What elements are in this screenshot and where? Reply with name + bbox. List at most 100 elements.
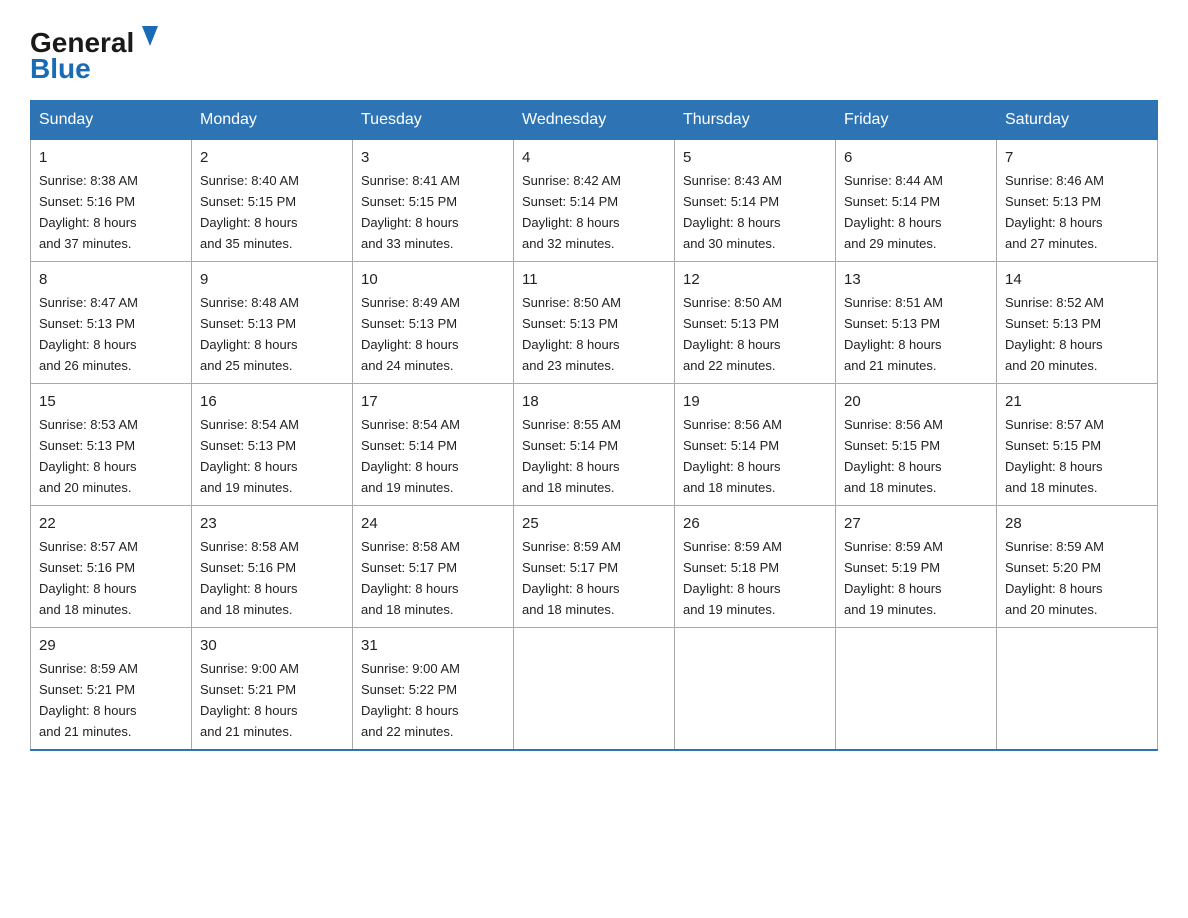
logo: General Blue	[30, 20, 170, 80]
day-number: 7	[1005, 146, 1149, 169]
day-number: 16	[200, 390, 344, 413]
day-number: 11	[522, 268, 666, 291]
cell-week5-day6	[836, 627, 997, 749]
cell-week4-day2: 23 Sunrise: 8:58 AMSunset: 5:16 PMDayligh…	[192, 505, 353, 627]
day-info: Sunrise: 8:50 AMSunset: 5:13 PMDaylight:…	[522, 295, 621, 373]
day-info: Sunrise: 8:41 AMSunset: 5:15 PMDaylight:…	[361, 173, 460, 251]
day-number: 30	[200, 634, 344, 657]
week-row-4: 22Sunrise: 8:57 AMSunset: 5:16 PMDayligh…	[31, 505, 1158, 627]
cell-week5-day3: 31Sunrise: 9:00 AMSunset: 5:22 PMDayligh…	[353, 627, 514, 749]
cell-week2-day7: 14Sunrise: 8:52 AMSunset: 5:13 PMDayligh…	[997, 261, 1158, 383]
cell-week2-day4: 11 Sunrise: 8:50 AMSunset: 5:13 PMDayligh…	[514, 261, 675, 383]
cell-week5-day2: 30 Sunrise: 9:00 AMSunset: 5:21 PMDayligh…	[192, 627, 353, 749]
day-info: Sunrise: 8:59 AMSunset: 5:17 PMDaylight:…	[522, 539, 621, 617]
cell-week3-day2: 16 Sunrise: 8:54 AMSunset: 5:13 PMDayligh…	[192, 383, 353, 505]
day-number: 1	[39, 146, 183, 169]
day-number: 9	[200, 268, 344, 291]
day-info: Sunrise: 9:00 AMSunset: 5:22 PMDaylight:…	[361, 661, 460, 739]
cell-week4-day5: 26Sunrise: 8:59 AMSunset: 5:18 PMDayligh…	[675, 505, 836, 627]
day-info: Sunrise: 8:51 AMSunset: 5:13 PMDaylight:…	[844, 295, 943, 373]
header-friday: Friday	[836, 101, 997, 140]
day-info: Sunrise: 8:54 AMSunset: 5:14 PMDaylight:…	[361, 417, 460, 495]
day-number: 29	[39, 634, 183, 657]
cell-week4-day4: 25 Sunrise: 8:59 AMSunset: 5:17 PMDayligh…	[514, 505, 675, 627]
day-info: Sunrise: 8:54 AMSunset: 5:13 PMDaylight:…	[200, 417, 299, 495]
cell-week5-day4	[514, 627, 675, 749]
day-number: 12	[683, 268, 827, 291]
day-info: Sunrise: 8:57 AMSunset: 5:16 PMDaylight:…	[39, 539, 138, 617]
header-sunday: Sunday	[31, 101, 192, 140]
day-number: 27	[844, 512, 988, 535]
logo-svg: General Blue	[30, 20, 170, 80]
week-row-3: 15Sunrise: 8:53 AMSunset: 5:13 PMDayligh…	[31, 383, 1158, 505]
cell-week2-day5: 12 Sunrise: 8:50 AMSunset: 5:13 PMDayligh…	[675, 261, 836, 383]
day-number: 10	[361, 268, 505, 291]
day-info: Sunrise: 8:50 AMSunset: 5:13 PMDaylight:…	[683, 295, 782, 373]
day-number: 5	[683, 146, 827, 169]
cell-week4-day1: 22Sunrise: 8:57 AMSunset: 5:16 PMDayligh…	[31, 505, 192, 627]
day-info: Sunrise: 8:38 AMSunset: 5:16 PMDaylight:…	[39, 173, 138, 251]
header-row: SundayMondayTuesdayWednesdayThursdayFrid…	[31, 101, 1158, 140]
calendar-body: 1 Sunrise: 8:38 AMSunset: 5:16 PMDaylight…	[31, 140, 1158, 750]
cell-week2-day3: 10 Sunrise: 8:49 AMSunset: 5:13 PMDayligh…	[353, 261, 514, 383]
cell-week5-day1: 29 Sunrise: 8:59 AMSunset: 5:21 PMDayligh…	[31, 627, 192, 749]
day-info: Sunrise: 8:57 AMSunset: 5:15 PMDaylight:…	[1005, 417, 1104, 495]
day-info: Sunrise: 8:40 AMSunset: 5:15 PMDaylight:…	[200, 173, 299, 251]
day-number: 25	[522, 512, 666, 535]
header-wednesday: Wednesday	[514, 101, 675, 140]
cell-week1-day1: 1 Sunrise: 8:38 AMSunset: 5:16 PMDaylight…	[31, 140, 192, 262]
cell-week2-day6: 13 Sunrise: 8:51 AMSunset: 5:13 PMDayligh…	[836, 261, 997, 383]
day-info: Sunrise: 8:43 AMSunset: 5:14 PMDaylight:…	[683, 173, 782, 251]
cell-week5-day5	[675, 627, 836, 749]
calendar-header: SundayMondayTuesdayWednesdayThursdayFrid…	[31, 101, 1158, 140]
day-number: 3	[361, 146, 505, 169]
day-info: Sunrise: 8:59 AMSunset: 5:21 PMDaylight:…	[39, 661, 138, 739]
day-info: Sunrise: 8:56 AMSunset: 5:15 PMDaylight:…	[844, 417, 943, 495]
day-info: Sunrise: 8:47 AMSunset: 5:13 PMDaylight:…	[39, 295, 138, 373]
day-number: 14	[1005, 268, 1149, 291]
day-info: Sunrise: 8:55 AMSunset: 5:14 PMDaylight:…	[522, 417, 621, 495]
week-row-5: 29 Sunrise: 8:59 AMSunset: 5:21 PMDayligh…	[31, 627, 1158, 749]
cell-week4-day3: 24Sunrise: 8:58 AMSunset: 5:17 PMDayligh…	[353, 505, 514, 627]
day-number: 4	[522, 146, 666, 169]
day-number: 6	[844, 146, 988, 169]
day-info: Sunrise: 8:59 AMSunset: 5:18 PMDaylight:…	[683, 539, 782, 617]
cell-week1-day7: 7 Sunrise: 8:46 AMSunset: 5:13 PMDaylight…	[997, 140, 1158, 262]
day-info: Sunrise: 8:59 AMSunset: 5:20 PMDaylight:…	[1005, 539, 1104, 617]
day-info: Sunrise: 8:58 AMSunset: 5:17 PMDaylight:…	[361, 539, 460, 617]
cell-week2-day1: 8Sunrise: 8:47 AMSunset: 5:13 PMDaylight…	[31, 261, 192, 383]
page-header: General Blue	[30, 20, 1158, 80]
cell-week3-day6: 20 Sunrise: 8:56 AMSunset: 5:15 PMDayligh…	[836, 383, 997, 505]
week-row-1: 1 Sunrise: 8:38 AMSunset: 5:16 PMDaylight…	[31, 140, 1158, 262]
day-number: 18	[522, 390, 666, 413]
day-info: Sunrise: 8:42 AMSunset: 5:14 PMDaylight:…	[522, 173, 621, 251]
day-number: 23	[200, 512, 344, 535]
cell-week3-day7: 21Sunrise: 8:57 AMSunset: 5:15 PMDayligh…	[997, 383, 1158, 505]
header-tuesday: Tuesday	[353, 101, 514, 140]
day-info: Sunrise: 8:48 AMSunset: 5:13 PMDaylight:…	[200, 295, 299, 373]
day-info: Sunrise: 8:59 AMSunset: 5:19 PMDaylight:…	[844, 539, 943, 617]
cell-week3-day4: 18 Sunrise: 8:55 AMSunset: 5:14 PMDayligh…	[514, 383, 675, 505]
cell-week3-day3: 17 Sunrise: 8:54 AMSunset: 5:14 PMDayligh…	[353, 383, 514, 505]
day-info: Sunrise: 8:53 AMSunset: 5:13 PMDaylight:…	[39, 417, 138, 495]
cell-week1-day5: 5 Sunrise: 8:43 AMSunset: 5:14 PMDaylight…	[675, 140, 836, 262]
cell-week1-day3: 3 Sunrise: 8:41 AMSunset: 5:15 PMDaylight…	[353, 140, 514, 262]
header-monday: Monday	[192, 101, 353, 140]
day-info: Sunrise: 9:00 AMSunset: 5:21 PMDaylight:…	[200, 661, 299, 739]
header-saturday: Saturday	[997, 101, 1158, 140]
day-info: Sunrise: 8:58 AMSunset: 5:16 PMDaylight:…	[200, 539, 299, 617]
day-number: 28	[1005, 512, 1149, 535]
cell-week3-day1: 15Sunrise: 8:53 AMSunset: 5:13 PMDayligh…	[31, 383, 192, 505]
day-info: Sunrise: 8:46 AMSunset: 5:13 PMDaylight:…	[1005, 173, 1104, 251]
day-number: 20	[844, 390, 988, 413]
day-number: 17	[361, 390, 505, 413]
cell-week4-day6: 27 Sunrise: 8:59 AMSunset: 5:19 PMDayligh…	[836, 505, 997, 627]
cell-week1-day6: 6 Sunrise: 8:44 AMSunset: 5:14 PMDaylight…	[836, 140, 997, 262]
day-info: Sunrise: 8:44 AMSunset: 5:14 PMDaylight:…	[844, 173, 943, 251]
day-number: 13	[844, 268, 988, 291]
day-info: Sunrise: 8:56 AMSunset: 5:14 PMDaylight:…	[683, 417, 782, 495]
svg-text:Blue: Blue	[30, 53, 91, 80]
cell-week5-day7	[997, 627, 1158, 749]
day-info: Sunrise: 8:49 AMSunset: 5:13 PMDaylight:…	[361, 295, 460, 373]
cell-week1-day2: 2Sunrise: 8:40 AMSunset: 5:15 PMDaylight…	[192, 140, 353, 262]
